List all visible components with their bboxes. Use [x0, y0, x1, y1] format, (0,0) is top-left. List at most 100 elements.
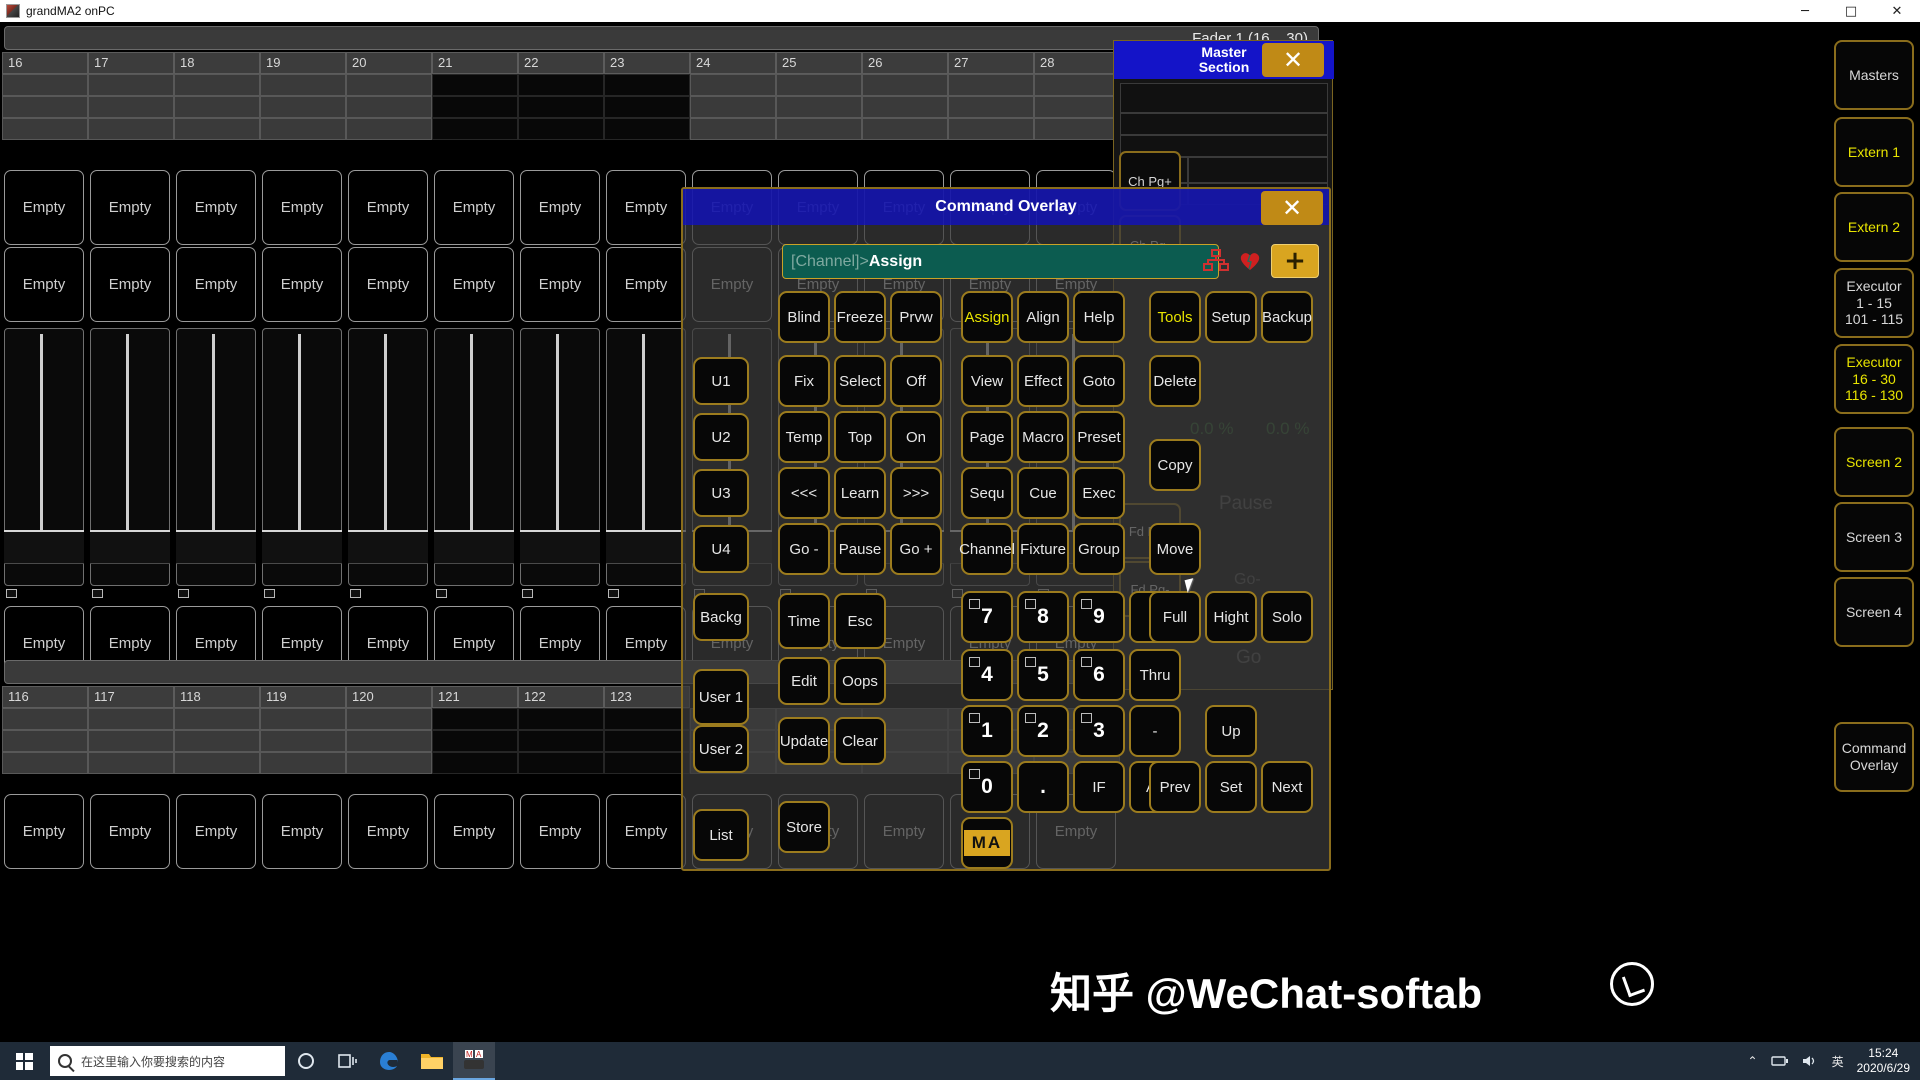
key-oops[interactable]: Oops	[834, 657, 886, 705]
key-u4[interactable]: U4	[693, 525, 749, 573]
fader-handle[interactable]	[520, 530, 600, 564]
key-setup[interactable]: Setup	[1205, 291, 1257, 343]
key-store[interactable]: Store	[778, 801, 830, 853]
key-[interactable]: >>>	[890, 467, 942, 519]
master-section-close-button[interactable]: ✕	[1262, 43, 1324, 77]
fader-handle[interactable]	[348, 530, 428, 564]
key-off[interactable]: Off	[890, 355, 942, 407]
key-hight[interactable]: Hight	[1205, 591, 1257, 643]
key-delete[interactable]: Delete	[1149, 355, 1201, 407]
ime-indicator[interactable]: 英	[1832, 1053, 1844, 1070]
key-temp[interactable]: Temp	[778, 411, 830, 463]
key-update[interactable]: Update	[778, 717, 830, 765]
executor-empty-button[interactable]: Empty	[262, 170, 342, 245]
key-tools[interactable]: Tools	[1149, 291, 1201, 343]
key-3[interactable]: 3	[1073, 705, 1125, 757]
executor-empty-button[interactable]: Empty	[520, 247, 600, 322]
executor-empty-button[interactable]: Empty	[90, 794, 170, 869]
key-go[interactable]: Go -	[778, 523, 830, 575]
task-view-icon[interactable]	[327, 1042, 369, 1080]
key-go[interactable]: Go +	[890, 523, 942, 575]
key-backg[interactable]: Backg	[693, 593, 749, 641]
key-backup[interactable]: Backup	[1261, 291, 1313, 343]
key-page[interactable]: Page	[961, 411, 1013, 463]
cortana-icon[interactable]	[285, 1042, 327, 1080]
key-move[interactable]: Move	[1149, 523, 1201, 575]
executor-empty-button[interactable]: Empty	[262, 247, 342, 322]
executor-empty-button[interactable]: Empty	[348, 794, 428, 869]
command-overlay-close-button[interactable]: ✕	[1261, 191, 1323, 225]
sidebar-item-screen-2[interactable]: Screen 2	[1834, 427, 1914, 497]
sidebar-item-screen-3[interactable]: Screen 3	[1834, 502, 1914, 572]
key-macro[interactable]: Macro	[1017, 411, 1069, 463]
key-prvw[interactable]: Prvw	[890, 291, 942, 343]
key-thru[interactable]: Thru	[1129, 649, 1181, 701]
key-u3[interactable]: U3	[693, 469, 749, 517]
key-help[interactable]: Help	[1073, 291, 1125, 343]
key-0[interactable]: 0	[961, 761, 1013, 813]
executor-empty-button[interactable]: Empty	[606, 794, 686, 869]
key-exec[interactable]: Exec	[1073, 467, 1125, 519]
fader-handle[interactable]	[4, 530, 84, 564]
executor-empty-button[interactable]: Empty	[262, 794, 342, 869]
key-group[interactable]: Group	[1073, 523, 1125, 575]
executor-empty-button[interactable]: Empty	[176, 247, 256, 322]
key-solo[interactable]: Solo	[1261, 591, 1313, 643]
key-align[interactable]: Align	[1017, 291, 1069, 343]
key-clear[interactable]: Clear	[834, 717, 886, 765]
fader-handle[interactable]	[176, 530, 256, 564]
key-view[interactable]: View	[961, 355, 1013, 407]
key-channel[interactable]: Channel	[959, 523, 1015, 575]
key-blind[interactable]: Blind	[778, 291, 830, 343]
key-1[interactable]: 1	[961, 705, 1013, 757]
fader-handle[interactable]	[262, 530, 342, 564]
tray-chevron-icon[interactable]: ⌃	[1748, 1054, 1758, 1068]
key-select[interactable]: Select	[834, 355, 886, 407]
close-button[interactable]: ✕	[1874, 0, 1920, 22]
executor-empty-button[interactable]: Empty	[434, 794, 514, 869]
fader-handle[interactable]	[90, 530, 170, 564]
key-4[interactable]: 4	[961, 649, 1013, 701]
key-up[interactable]: Up	[1205, 705, 1257, 757]
executor-empty-button[interactable]: Empty	[348, 170, 428, 245]
add-button[interactable]: +	[1271, 244, 1319, 278]
key-user-1[interactable]: User 1	[693, 669, 749, 725]
sidebar-item-command-overlay[interactable]: Command Overlay	[1834, 722, 1914, 792]
executor-empty-button[interactable]: Empty	[606, 247, 686, 322]
executor-empty-button[interactable]: Empty	[90, 170, 170, 245]
key-6[interactable]: 6	[1073, 649, 1125, 701]
sidebar-item-masters[interactable]: Masters	[1834, 40, 1914, 110]
key-effect[interactable]: Effect	[1017, 355, 1069, 407]
key-5[interactable]: 5	[1017, 649, 1069, 701]
key-on[interactable]: On	[890, 411, 942, 463]
executor-empty-button[interactable]: Empty	[4, 247, 84, 322]
key-esc[interactable]: Esc	[834, 593, 886, 649]
key-[interactable]: -	[1129, 705, 1181, 757]
key-sequ[interactable]: Sequ	[961, 467, 1013, 519]
key-[interactable]: <<<	[778, 467, 830, 519]
key-9[interactable]: 9	[1073, 591, 1125, 643]
key-u2[interactable]: U2	[693, 413, 749, 461]
executor-empty-button[interactable]: Empty	[90, 247, 170, 322]
key-7[interactable]: 7	[961, 591, 1013, 643]
maximize-button[interactable]: □	[1828, 0, 1874, 22]
grandma2-icon[interactable]: M A	[453, 1042, 495, 1080]
key-goto[interactable]: Goto	[1073, 355, 1125, 407]
key-[interactable]: .	[1017, 761, 1069, 813]
file-explorer-icon[interactable]	[411, 1042, 453, 1080]
key-user-2[interactable]: User 2	[693, 725, 749, 773]
battery-icon[interactable]	[1770, 1054, 1789, 1068]
executor-empty-button[interactable]: Empty	[348, 247, 428, 322]
executor-empty-button[interactable]: Empty	[4, 170, 84, 245]
sidebar-item-extern-2[interactable]: Extern 2	[1834, 192, 1914, 262]
command-line-input[interactable]: [Channel]> Assign	[782, 244, 1219, 279]
key-list[interactable]: List	[693, 809, 749, 861]
network-tree-icon[interactable]	[1203, 249, 1229, 273]
fader-handle[interactable]	[434, 530, 514, 564]
minimize-button[interactable]: ─	[1782, 0, 1828, 22]
executor-empty-button[interactable]: Empty	[434, 170, 514, 245]
fader-handle[interactable]	[606, 530, 686, 564]
executor-empty-button[interactable]: Empty	[520, 170, 600, 245]
key-fix[interactable]: Fix	[778, 355, 830, 407]
executor-empty-button[interactable]: Empty	[4, 794, 84, 869]
